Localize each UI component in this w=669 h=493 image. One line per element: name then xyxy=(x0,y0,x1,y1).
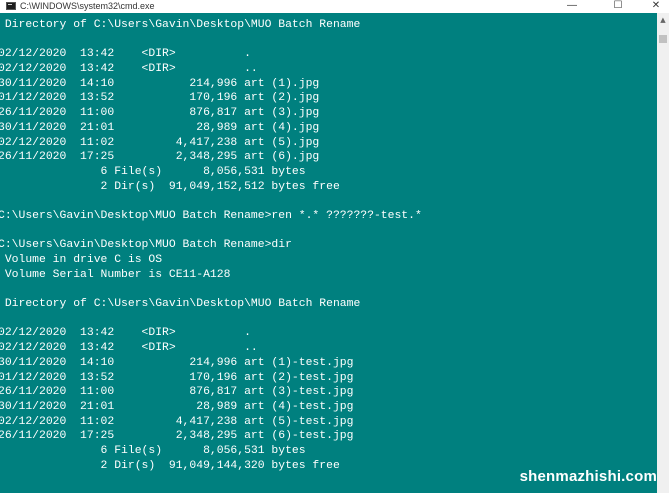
console-line: 26/11/2020 11:00 876,817 art (3).jpg xyxy=(0,107,320,120)
console-line: C:\Users\Gavin\Desktop\MUO Batch Rename>… xyxy=(0,209,422,222)
console-line: 01/12/2020 13:52 170,196 art (2).jpg xyxy=(0,92,320,105)
console-line: Volume in drive C is OS xyxy=(0,254,163,266)
console-line: 02/12/2020 11:02 4,417,238 art (5).jpg xyxy=(0,136,320,149)
minimize-button[interactable]: — xyxy=(560,0,584,13)
console-line: 30/11/2020 14:10 214,996 art (1)-test.jp… xyxy=(0,356,354,369)
console-line: 02/12/2020 13:42 <DIR> . xyxy=(0,48,251,61)
scroll-up-arrow-icon[interactable]: ▲ xyxy=(657,13,669,27)
maximize-button[interactable]: ☐ xyxy=(606,0,630,13)
console-line: 02/12/2020 13:42 <DIR> .. xyxy=(0,342,258,355)
cmd-app-icon xyxy=(6,2,16,10)
console-line: 6 File(s) 8,056,531 bytes xyxy=(0,444,306,457)
vertical-scrollbar[interactable]: ▲ xyxy=(657,13,669,493)
console-line: Volume Serial Number is CE11-A128 xyxy=(0,268,231,281)
console-line: 26/11/2020 11:00 876,817 art (3)-test.jp… xyxy=(0,386,354,399)
console-line: 02/12/2020 11:02 4,417,238 art (5)-test.… xyxy=(0,415,354,428)
console-line: Directory of C:\Users\Gavin\Desktop\MUO … xyxy=(0,298,361,311)
watermark: shenmazhishi.com xyxy=(519,468,657,485)
console-line: 02/12/2020 13:42 <DIR> . xyxy=(0,327,251,340)
window-title: C:\WINDOWS\system32\cmd.exe xyxy=(20,1,155,11)
console-line: 26/11/2020 17:25 2,348,295 art (6)-test.… xyxy=(0,430,354,443)
console-line: 2 Dir(s) 91,049,152,512 bytes free xyxy=(0,180,340,193)
scroll-thumb[interactable] xyxy=(659,35,667,43)
close-button[interactable]: ✕ xyxy=(644,0,668,13)
console-line: Directory of C:\Users\Gavin\Desktop\MUO … xyxy=(0,19,361,31)
title-bar[interactable]: C:\WINDOWS\system32\cmd.exe — ☐ ✕ xyxy=(0,0,669,13)
console-line: 02/12/2020 13:42 <DIR> .. xyxy=(0,63,258,76)
console-output[interactable]: Directory of C:\Users\Gavin\Desktop\MUO … xyxy=(0,18,657,493)
console-line: 26/11/2020 17:25 2,348,295 art (6).jpg xyxy=(0,151,320,164)
console-line: 30/11/2020 21:01 28,989 art (4).jpg xyxy=(0,121,320,134)
console-line: 01/12/2020 13:52 170,196 art (2)-test.jp… xyxy=(0,371,354,384)
console-line: 30/11/2020 14:10 214,996 art (1).jpg xyxy=(0,77,320,90)
console-line: 30/11/2020 21:01 28,989 art (4)-test.jpg xyxy=(0,400,354,413)
console-line: C:\Users\Gavin\Desktop\MUO Batch Rename>… xyxy=(0,239,292,252)
console-line: 6 File(s) 8,056,531 bytes xyxy=(0,165,306,178)
